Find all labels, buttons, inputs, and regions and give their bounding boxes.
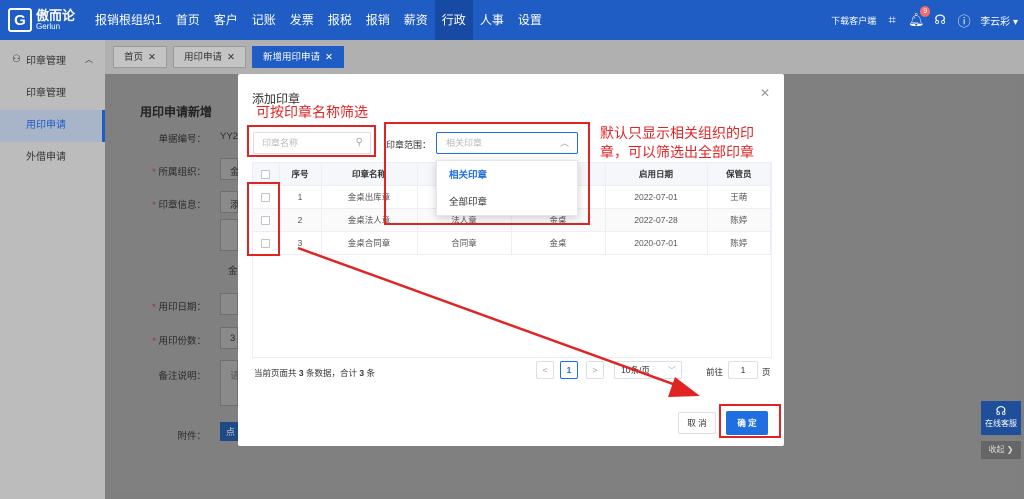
pager-summary: 当前页面共 3 条数据，合计 3 条 bbox=[254, 368, 376, 378]
count-value: 3 bbox=[230, 333, 236, 344]
tab-home[interactable]: 首页 ✕ bbox=[113, 46, 167, 68]
count-input[interactable] bbox=[220, 327, 238, 349]
user-menu[interactable]: 李云彩 ▾ bbox=[980, 13, 1018, 28]
person-icon: ⚇ bbox=[12, 53, 21, 65]
tab-new-seal-apply[interactable]: 新增用印申请 ✕ bbox=[251, 46, 344, 68]
page-title: 用印申请新增 bbox=[140, 105, 213, 119]
headset-icon: ☊ bbox=[995, 404, 1007, 418]
sidebar-group-seal[interactable]: ⚇ 印章管理 ︿ bbox=[0, 40, 105, 78]
annotation-scope-note-1: 默认只显示相关组织的印 bbox=[600, 125, 754, 141]
nav-item-home[interactable]: 首页 bbox=[169, 0, 207, 40]
nav-item-tax[interactable]: 报税 bbox=[321, 0, 359, 40]
col-date: 启用日期 bbox=[605, 163, 708, 186]
nav-item-hr[interactable]: 人事 bbox=[473, 0, 511, 40]
nav-item-salary[interactable]: 薪资 bbox=[397, 0, 435, 40]
label-date: * 用印日期： bbox=[152, 302, 206, 313]
annotation-box-checkboxes bbox=[247, 182, 280, 256]
annotation-box-confirm bbox=[719, 404, 781, 438]
goto-page-input[interactable] bbox=[728, 361, 758, 379]
chevron-up-icon: ︿ bbox=[85, 54, 93, 64]
nav-item-reimburse[interactable]: 报销 bbox=[359, 0, 397, 40]
seal-table-bg bbox=[220, 219, 238, 251]
scope-option-all[interactable]: 全部印章 bbox=[437, 191, 577, 215]
label-doc-no: 单据编号： bbox=[158, 134, 206, 145]
remark-textarea[interactable] bbox=[220, 360, 238, 406]
scope-option-related[interactable]: 相关印章 bbox=[437, 164, 577, 188]
brand-name-en: Gerlun bbox=[36, 22, 61, 31]
nav-item-accounting[interactable]: 记账 bbox=[245, 0, 283, 40]
brand-name-cn: 傲而论 bbox=[36, 8, 76, 23]
nav-item-admin[interactable]: 行政 bbox=[434, 0, 473, 40]
sidebar: ⚇ 印章管理 ︿ 印章管理 用印申请 外借申请 bbox=[0, 40, 105, 499]
sidebar-item-lend-apply[interactable]: 外借申请 bbox=[0, 142, 105, 174]
tab-seal-apply[interactable]: 用印申请 ✕ bbox=[172, 46, 246, 68]
page-size-select[interactable]: 10条/页 ﹀ bbox=[614, 361, 682, 379]
label-org: * 所属组织： bbox=[152, 167, 206, 178]
headset-icon[interactable]: ☊ bbox=[932, 12, 948, 28]
nav-item-invoice[interactable]: 发票 bbox=[283, 0, 321, 40]
nav-item-org[interactable]: 报销根组织1 bbox=[88, 0, 169, 40]
doc-no-value: YY2 bbox=[220, 131, 238, 142]
annotation-scope-note-2: 章，可以筛选出全部印章 bbox=[600, 144, 754, 160]
table-row[interactable]: 3 金桌合同章 合同章 金桌 2020-07-01 陈婷 bbox=[253, 231, 771, 255]
prev-page-button[interactable]: < bbox=[536, 361, 554, 379]
download-client-link[interactable]: 下载客户端 bbox=[831, 14, 876, 27]
goto-unit: 页 bbox=[762, 367, 771, 377]
col-keeper: 保管员 bbox=[707, 163, 771, 186]
logo-mark-icon: G bbox=[8, 8, 32, 32]
goto-label: 前往 bbox=[706, 367, 724, 377]
collapse-button[interactable]: 收起 ❯ bbox=[981, 441, 1021, 459]
label-attach: 附件： bbox=[177, 431, 206, 442]
nav-item-settings[interactable]: 设置 bbox=[511, 0, 549, 40]
main-nav: 报销根组织1 首页 客户 记账 发票 报税 报销 薪资 行政 人事 设置 bbox=[88, 0, 549, 40]
annotation-search-note: 可按印章名称筛选 bbox=[256, 104, 368, 120]
page-tabs: 首页 ✕ 用印申请 ✕ 新增用印申请 ✕ bbox=[105, 40, 1024, 74]
sidebar-item-seal-apply[interactable]: 用印申请 bbox=[0, 110, 105, 142]
select-all-checkbox[interactable] bbox=[261, 169, 271, 179]
bell-icon[interactable]: 🔔︎ 9 bbox=[908, 6, 931, 28]
page-1-button[interactable]: 1 bbox=[560, 361, 578, 379]
label-remark: 备注说明： bbox=[158, 371, 206, 382]
label-count: * 用印份数： bbox=[152, 336, 206, 347]
date-picker[interactable] bbox=[220, 293, 238, 315]
scan-icon[interactable]: ⌗ bbox=[884, 12, 900, 28]
col-no: 序号 bbox=[279, 163, 322, 186]
sidebar-group-label: 印章管理 bbox=[25, 55, 66, 67]
close-icon[interactable]: ✕ bbox=[148, 52, 156, 63]
close-icon[interactable]: ✕ bbox=[760, 86, 770, 100]
annotation-box-search bbox=[247, 125, 376, 157]
scope-dropdown: 相关印章 全部印章 bbox=[436, 160, 578, 216]
chevron-down-icon: ﹀ bbox=[667, 365, 676, 375]
next-page-button[interactable]: > bbox=[586, 361, 604, 379]
online-service-button[interactable]: ☊ 在线客服 bbox=[981, 401, 1021, 435]
label-seal-info: * 印章信息： bbox=[152, 200, 206, 211]
close-icon[interactable]: ✕ bbox=[227, 52, 235, 63]
sidebar-item-seal-manage[interactable]: 印章管理 bbox=[0, 78, 105, 110]
notification-badge: 9 bbox=[920, 6, 931, 17]
cancel-button[interactable]: 取 消 bbox=[678, 412, 716, 434]
close-icon[interactable]: ✕ bbox=[325, 52, 333, 63]
nav-item-customer[interactable]: 客户 bbox=[207, 0, 245, 40]
top-bar: G 傲而论 Gerlun 报销根组织1 首页 客户 记账 发票 报税 报销 薪资… bbox=[0, 0, 1024, 40]
brand-logo[interactable]: G 傲而论 Gerlun bbox=[0, 8, 88, 32]
seal-sub-value: 金 bbox=[228, 266, 238, 277]
help-icon[interactable]: ⓘ bbox=[956, 12, 972, 29]
